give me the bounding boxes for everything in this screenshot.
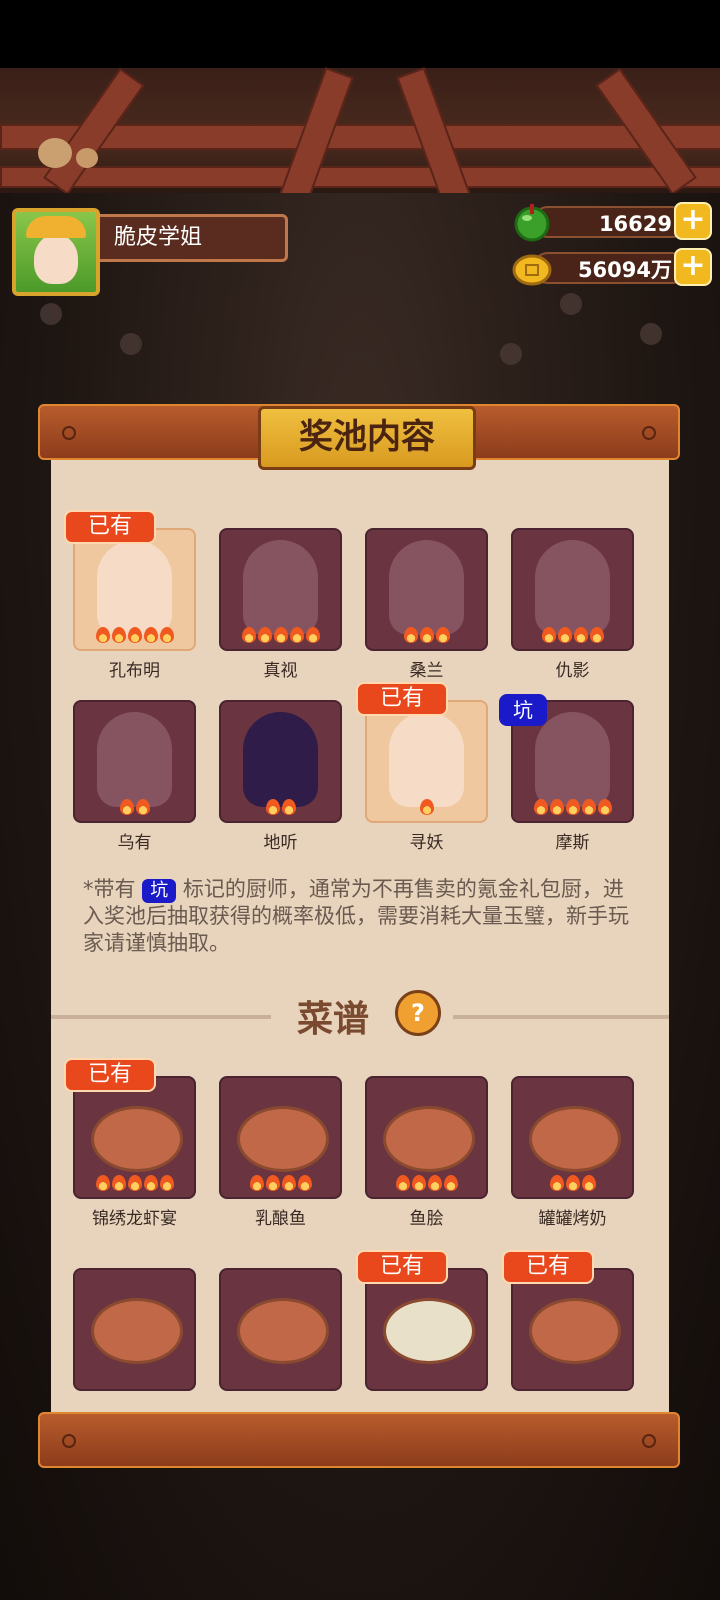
recipe-card[interactable] (219, 1268, 342, 1391)
status-bar (0, 0, 720, 68)
chef-card[interactable] (219, 700, 342, 823)
chef-name: 孔布明 (109, 661, 160, 681)
coin-currency: 56094万 + (512, 248, 712, 286)
recipe-dish-image (529, 1298, 621, 1364)
recipe-card[interactable] (511, 1268, 634, 1391)
rarity-flames (219, 799, 342, 819)
chef-name: 乌有 (117, 833, 152, 853)
rarity-flames (73, 799, 196, 819)
chef-card[interactable] (73, 700, 196, 823)
pit-warning-note: *带有 坑 标记的厨师，通常为不再售卖的氪金礼包厨，进入奖池后抽取获得的概率极低… (83, 876, 643, 957)
panel-bottom-board (38, 1412, 680, 1468)
note-prefix: *带有 (83, 877, 136, 901)
chef-name: 桑兰 (409, 661, 444, 681)
coin-amount: 56094万 (532, 252, 688, 284)
recipes-title: 菜谱 (297, 999, 370, 1040)
rarity-flames (511, 1175, 634, 1195)
rarity-flames (365, 799, 488, 819)
chef-name: 仇影 (555, 661, 590, 681)
chef-portrait (535, 540, 610, 635)
recipe-dish-image (91, 1106, 183, 1172)
chef-card[interactable] (365, 700, 488, 823)
chef-card[interactable] (511, 528, 634, 651)
recipe-name: 鱼脍 (409, 1209, 444, 1229)
jade-currency: 16629 + (512, 202, 712, 242)
help-icon[interactable]: ? (395, 990, 441, 1036)
recipe-name: 罐罐烤奶 (538, 1209, 607, 1229)
owned-badge: 已有 (64, 510, 157, 544)
rarity-flames (511, 627, 634, 647)
chef-portrait (243, 540, 318, 635)
add-jade-button[interactable]: + (674, 202, 712, 240)
panel-title: 奖池内容 (258, 406, 476, 470)
roof-beams (0, 67, 720, 213)
divider-left (51, 1015, 271, 1019)
chef-card[interactable] (73, 528, 196, 651)
rarity-flames (219, 627, 342, 647)
owned-badge: 已有 (356, 682, 449, 716)
chef-portrait (97, 712, 172, 807)
coin-icon (512, 254, 552, 286)
player-name: 脆皮学姐 (98, 214, 288, 262)
prize-pool-panel: 已有 孔布明 真视 桑兰 仇影 乌有 地听 已有 寻妖 坑 摩斯 *带有 坑 标… (51, 460, 669, 1414)
recipe-name: 乳酿鱼 (255, 1209, 306, 1229)
divider-right (453, 1015, 669, 1019)
recipe-card[interactable] (219, 1076, 342, 1199)
owned-badge: 已有 (356, 1250, 449, 1284)
recipe-dish-image (237, 1298, 329, 1364)
recipe-card[interactable] (365, 1076, 488, 1199)
chef-card[interactable] (365, 528, 488, 651)
rarity-flames (73, 627, 196, 647)
pit-badge: 坑 (499, 694, 547, 726)
chef-card[interactable] (219, 528, 342, 651)
rarity-flames (219, 1175, 342, 1195)
owned-badge: 已有 (502, 1250, 595, 1284)
pit-inline-badge: 坑 (142, 879, 177, 903)
chef-name: 真视 (263, 661, 298, 681)
recipe-card[interactable] (73, 1268, 196, 1391)
recipe-dish-image (383, 1298, 475, 1364)
add-coins-button[interactable]: + (674, 248, 712, 286)
recipe-dish-image (91, 1298, 183, 1364)
rarity-flames (365, 1175, 488, 1195)
chef-portrait (97, 540, 172, 635)
recipe-card[interactable] (73, 1076, 196, 1199)
chef-portrait (389, 712, 464, 807)
recipe-dish-image (383, 1106, 475, 1172)
jade-amount: 16629 (532, 206, 688, 238)
chef-portrait (535, 712, 610, 807)
recipe-dish-image (237, 1106, 329, 1172)
chef-portrait (243, 712, 318, 807)
recipe-name: 锦绣龙虾宴 (92, 1209, 177, 1229)
rarity-flames (511, 799, 634, 819)
chef-name: 摩斯 (555, 833, 590, 853)
rarity-flames (73, 1175, 196, 1195)
recipe-dish-image (529, 1106, 621, 1172)
player-avatar[interactable] (12, 208, 100, 296)
chick-icon (76, 148, 98, 168)
jade-icon (514, 204, 550, 242)
recipe-card[interactable] (511, 1076, 634, 1199)
chef-portrait (389, 540, 464, 635)
chef-name: 寻妖 (409, 833, 444, 853)
rarity-flames (365, 627, 488, 647)
recipe-card[interactable] (365, 1268, 488, 1391)
owned-badge: 已有 (64, 1058, 157, 1092)
chick-icon (38, 138, 72, 168)
chef-name: 地听 (263, 833, 298, 853)
